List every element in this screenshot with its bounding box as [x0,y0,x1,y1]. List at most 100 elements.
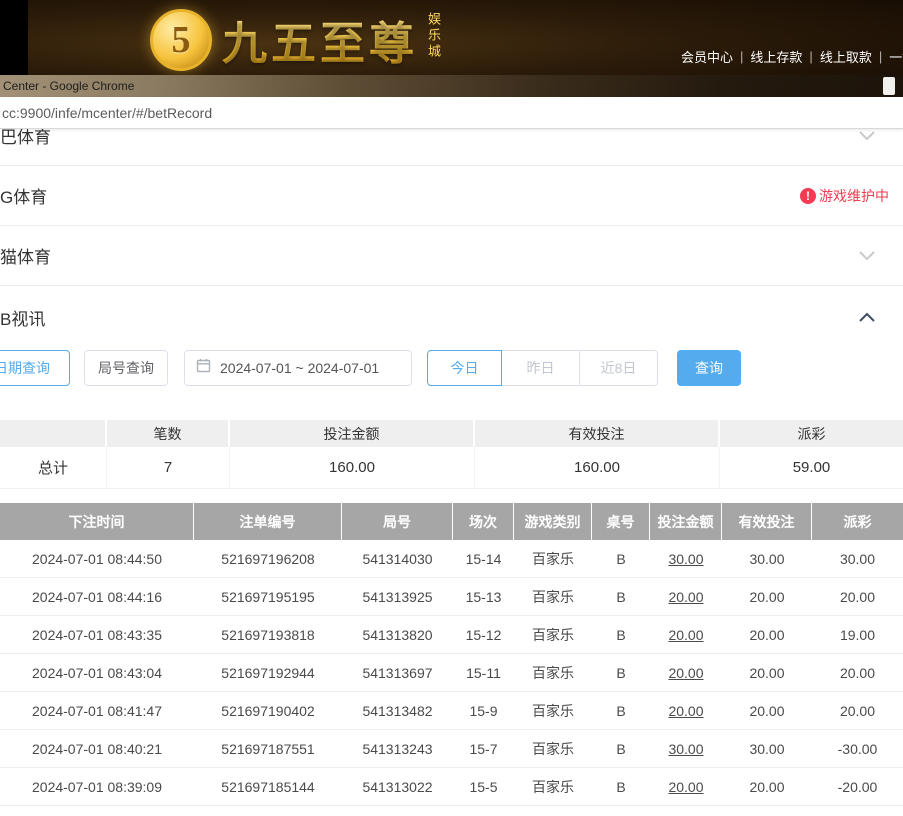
cell-valid-bet: 20.00 [722,578,812,615]
header-order-number: 注单编号 [194,503,342,540]
summary-total-row: 总计 7 160.00 160.00 59.00 [0,447,903,489]
summary-bet-amount-value: 160.00 [230,447,475,488]
address-bar[interactable]: cc:9900/infe/mcenter/#/betRecord [0,97,903,129]
quick-range-group: 今日 昨日 近8日 [427,350,658,386]
cell-table-number: B [592,616,650,653]
scrollbar-thumb[interactable] [883,77,895,95]
chevron-up-icon [859,312,875,322]
cell-round-number: 541313820 [342,616,453,653]
cell-round-number: 541313243 [342,730,453,767]
nav-separator: | [879,49,882,64]
header-bet-time: 下注时间 [0,503,194,540]
cell-table-number: B [592,654,650,691]
filter-bar: 日期查询 局号查询 2024-07-01 ~ 2024-07-01 今日 昨日 … [0,348,903,392]
screen: 5 九五至尊 娱乐城 会员中心 | 线上存款 | 线上取款 | 一键 Cente… [0,0,903,816]
today-button[interactable]: 今日 [427,350,502,386]
maintenance-text: 游戏维护中 [819,186,889,206]
header-session: 场次 [453,503,514,540]
nav-member-center[interactable]: 会员中心 [681,47,733,66]
url-text: cc:9900/infe/mcenter/#/betRecord [0,105,212,121]
last-8-days-button[interactable]: 近8日 [579,350,658,386]
cell-payout: 20.00 [812,654,903,691]
cell-valid-bet: 20.00 [722,768,812,805]
cell-payout: 20.00 [812,578,903,615]
chevron-down-icon [859,131,875,141]
round-query-button[interactable]: 局号查询 [84,350,168,386]
exclamation-icon: ! [800,188,816,204]
section-label: B视讯 [0,305,45,330]
summary-header-count: 笔数 [107,420,230,447]
nav-separator: | [809,49,812,64]
bet-amount-link[interactable]: 20.00 [650,616,722,653]
summary-header-row: 笔数 投注金额 有效投注 派彩 [0,420,903,447]
logo-title: 九五至尊 [222,7,418,72]
summary-payout-value: 59.00 [720,447,903,488]
summary-total-label: 总计 [0,447,107,488]
bet-amount-link[interactable]: 30.00 [650,730,722,767]
cell-session: 15-7 [453,730,514,767]
date-query-button[interactable]: 日期查询 [0,350,70,386]
bet-amount-link[interactable]: 20.00 [650,578,722,615]
cell-order-number: 521697187551 [194,730,342,767]
table-row: 2024-07-01 08:41:47 521697190402 5413134… [0,692,903,730]
cell-valid-bet: 20.00 [722,692,812,729]
cell-table-number: B [592,692,650,729]
date-range-picker[interactable]: 2024-07-01 ~ 2024-07-01 [184,350,412,386]
section-bb-live[interactable]: B视讯 [0,287,903,347]
cell-game-type: 百家乐 [514,654,592,691]
window-titlebar[interactable]: Center - Google Chrome [0,75,903,97]
search-button[interactable]: 查询 [677,350,741,386]
summary-header-payout: 派彩 [720,420,903,447]
section-panda-sports[interactable]: 猫体育 [0,226,903,286]
window-title: Center - Google Chrome [0,79,134,93]
cell-game-type: 百家乐 [514,730,592,767]
cell-payout: 20.00 [812,692,903,729]
cell-round-number: 541313482 [342,692,453,729]
cell-game-type: 百家乐 [514,540,592,577]
bet-amount-link[interactable]: 20.00 [650,692,722,729]
table-row: 2024-07-01 08:43:04 521697192944 5413136… [0,654,903,692]
yesterday-button[interactable]: 昨日 [501,350,580,386]
bet-amount-link[interactable]: 30.00 [650,540,722,577]
nav-withdraw[interactable]: 线上取款 [820,47,872,66]
cell-round-number: 541313697 [342,654,453,691]
section-label: 猫体育 [0,243,51,268]
cell-valid-bet: 30.00 [722,730,812,767]
nav-deposit[interactable]: 线上存款 [750,47,802,66]
nav-onekey[interactable]: 一键 [889,47,903,66]
cell-round-number: 541313022 [342,768,453,805]
bet-amount-link[interactable]: 20.00 [650,768,722,805]
table-row: 2024-07-01 08:40:21 521697187551 5413132… [0,730,903,768]
cell-order-number: 521697192944 [194,654,342,691]
cell-bet-time: 2024-07-01 08:44:50 [0,540,194,577]
cell-table-number: B [592,578,650,615]
cell-round-number: 541314030 [342,540,453,577]
table-row: 2024-07-01 08:44:50 521697196208 5413140… [0,540,903,578]
table-row: 2024-07-01 08:39:09 521697185144 5413130… [0,768,903,806]
chevron-down-icon [859,251,875,261]
cell-session: 15-5 [453,768,514,805]
section-ag-sports[interactable]: G体育 ! 游戏维护中 [0,166,903,226]
table-row: 2024-07-01 08:43:35 521697193818 5413138… [0,616,903,654]
cell-order-number: 521697185144 [194,768,342,805]
header-payout: 派彩 [812,503,903,540]
bet-record-table: 下注时间 注单编号 局号 场次 游戏类别 桌号 投注金额 有效投注 派彩 202… [0,503,903,806]
cell-round-number: 541313925 [342,578,453,615]
cell-session: 15-12 [453,616,514,653]
cell-valid-bet: 20.00 [722,654,812,691]
cell-game-type: 百家乐 [514,768,592,805]
cell-valid-bet: 20.00 [722,616,812,653]
cell-table-number: B [592,730,650,767]
cell-bet-time: 2024-07-01 08:41:47 [0,692,194,729]
section-label: G体育 [0,183,47,208]
date-range-value: 2024-07-01 ~ 2024-07-01 [220,360,379,376]
table-row: 2024-07-01 08:44:16 521697195195 5413139… [0,578,903,616]
cell-payout: -20.00 [812,768,903,805]
nav-separator: | [740,49,743,64]
cell-session: 15-11 [453,654,514,691]
cell-session: 15-13 [453,578,514,615]
summary-header-valid-bet: 有效投注 [475,420,720,447]
header-game-type: 游戏类别 [514,503,592,540]
bet-amount-link[interactable]: 20.00 [650,654,722,691]
summary-valid-bet-value: 160.00 [475,447,720,488]
